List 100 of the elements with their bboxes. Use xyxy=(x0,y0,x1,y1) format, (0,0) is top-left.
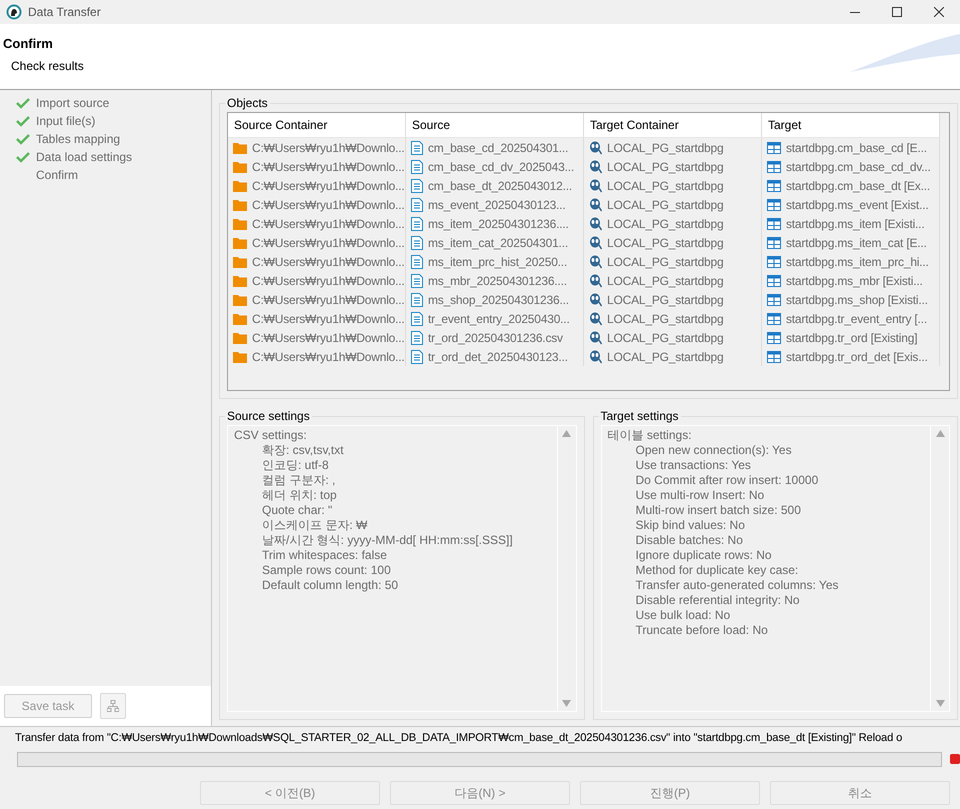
table-cell: startdbpg.ms_item [Existi... xyxy=(786,216,924,230)
table-icon xyxy=(767,160,781,172)
setting-line: Use transactions: Yes xyxy=(634,458,752,473)
setting-line: 컬럼 구분자: , xyxy=(261,473,336,488)
setting-line: 확장: csv,tsv,txt xyxy=(261,443,345,458)
table-cell: C:₩Users₩ryu1h₩Downlo... xyxy=(252,350,405,364)
document-icon xyxy=(411,312,423,326)
table-icon xyxy=(767,218,781,230)
table-cell: C:₩Users₩ryu1h₩Downlo... xyxy=(252,140,405,154)
table-cell: C:₩Users₩ryu1h₩Downlo... xyxy=(252,274,405,288)
tree-button[interactable] xyxy=(100,693,126,719)
table-cell: C:₩Users₩ryu1h₩Downlo... xyxy=(252,292,405,306)
column-header[interactable]: Target Container xyxy=(584,113,762,138)
table-cell: ms_item_cat_202504301... xyxy=(428,236,568,250)
table-cell: LOCAL_PG_startdbpg xyxy=(607,198,724,212)
setting-line: Ignore duplicate rows: No xyxy=(634,548,773,563)
setting-line: Open new connection(s): Yes xyxy=(634,443,793,458)
table-cell: LOCAL_PG_startdbpg xyxy=(607,330,724,344)
table-cell: LOCAL_PG_startdbpg xyxy=(607,292,724,306)
table-cell: ms_mbr_202504301236.... xyxy=(428,274,567,288)
table-cell: ms_item_prc_hist_20250... xyxy=(428,254,568,268)
table-cell: C:₩Users₩ryu1h₩Downlo... xyxy=(252,216,405,230)
table-cell: C:₩Users₩ryu1h₩Downlo... xyxy=(252,160,405,174)
table-cell: startdbpg.cm_base_cd [E... xyxy=(786,140,927,154)
folder-icon xyxy=(233,218,247,230)
step-item[interactable]: Confirm xyxy=(36,168,78,182)
table-cell: LOCAL_PG_startdbpg xyxy=(607,254,724,268)
step-item[interactable]: Input file(s) xyxy=(36,114,96,128)
step-item[interactable]: Import source xyxy=(36,96,110,110)
folder-icon xyxy=(233,350,247,362)
table-icon xyxy=(767,256,781,268)
table-cell: LOCAL_PG_startdbpg xyxy=(607,350,724,364)
table-cell: C:₩Users₩ryu1h₩Downlo... xyxy=(252,330,405,344)
settings-heading: 테이블 settings: xyxy=(608,428,693,443)
table-cell: tr_event_entry_20250430... xyxy=(428,312,570,326)
document-icon xyxy=(411,350,423,364)
table-cell: LOCAL_PG_startdbpg xyxy=(607,178,724,192)
group-title: Objects xyxy=(225,96,270,110)
setting-line: Use bulk load: No xyxy=(634,608,732,623)
step-item[interactable]: Tables mapping xyxy=(36,132,120,146)
column-header[interactable]: Source xyxy=(406,113,584,138)
document-icon xyxy=(411,216,423,230)
table-icon xyxy=(767,198,781,210)
setting-line: 헤더 위치: top xyxy=(261,488,338,503)
table-cell: startdbpg.cm_base_dt [Ex... xyxy=(786,178,930,192)
table-cell: startdbpg.ms_mbr [Existi... xyxy=(786,274,923,288)
folder-icon xyxy=(233,180,247,192)
column-header[interactable]: Source Container xyxy=(228,113,406,138)
folder-icon xyxy=(233,332,247,344)
maximize-icon xyxy=(892,7,902,17)
table-cell: startdbpg.ms_item_prc_hi... xyxy=(786,254,929,268)
table-cell: LOCAL_PG_startdbpg xyxy=(607,312,724,326)
stop-button[interactable] xyxy=(950,754,960,764)
table-cell: LOCAL_PG_startdbpg xyxy=(607,274,724,288)
table-cell: startdbpg.tr_ord [Existing] xyxy=(786,330,918,344)
hierarchy-icon xyxy=(107,700,119,712)
document-icon xyxy=(411,274,423,288)
app-logo-icon xyxy=(6,4,22,20)
document-icon xyxy=(411,236,423,250)
page-title: Confirm xyxy=(3,36,54,51)
document-icon xyxy=(411,254,423,268)
table-cell: ms_shop_202504301236... xyxy=(428,292,569,306)
table-cell: cm_base_cd_202504301... xyxy=(428,140,568,154)
table-cell: ms_event_20250430123... xyxy=(428,198,566,212)
document-icon xyxy=(411,178,423,192)
table-cell: LOCAL_PG_startdbpg xyxy=(607,160,724,174)
setting-line: Use multi-row Insert: No xyxy=(634,488,766,503)
scroll-down-icon xyxy=(936,700,944,707)
scroll-up-icon xyxy=(936,430,944,437)
setting-line: Do Commit after row insert: 10000 xyxy=(634,473,820,488)
table-cell: LOCAL_PG_startdbpg xyxy=(607,216,724,230)
setting-line: Trim whitespaces: false xyxy=(261,548,388,563)
table-cell: LOCAL_PG_startdbpg xyxy=(607,140,724,154)
setting-line: Transfer auto-generated columns: Yes xyxy=(634,578,840,593)
table-icon xyxy=(767,312,781,324)
group-title: Source settings xyxy=(225,409,312,423)
document-icon xyxy=(411,330,423,344)
table-cell: C:₩Users₩ryu1h₩Downlo... xyxy=(252,198,405,212)
table-cell: ms_item_202504301236.... xyxy=(428,216,569,230)
folder-icon xyxy=(233,274,247,286)
table-icon xyxy=(767,236,781,248)
table-icon xyxy=(767,350,781,362)
scroll-up-icon xyxy=(562,430,571,437)
document-icon xyxy=(411,198,423,212)
table-icon xyxy=(767,274,781,286)
step-item[interactable]: Data load settings xyxy=(36,150,132,164)
table-cell: tr_ord_det_20250430123... xyxy=(428,350,568,364)
table-icon xyxy=(767,180,781,192)
close-icon xyxy=(934,7,944,17)
setting-line: Quote char: " xyxy=(261,503,334,518)
table-cell: cm_base_dt_2025043012... xyxy=(428,178,572,192)
group-title: Target settings xyxy=(598,409,681,423)
table-icon xyxy=(767,332,781,344)
document-icon xyxy=(411,160,423,174)
folder-icon xyxy=(233,142,247,154)
scroll-down-icon xyxy=(562,700,571,707)
status-message: Transfer data from "C:₩Users₩ryu1h₩Downloads₩SQL_STARTER_02_ALL_DB_DATA_IMPORT₩cm_base_dt_202504301236.csv" into "startdbpg.cm_base_dt [Existing]" Reload o xyxy=(14,731,904,746)
setting-line: 이스케이프 문자: ₩ xyxy=(261,518,368,533)
column-header[interactable]: Target xyxy=(762,113,940,138)
window-title: Data Transfer xyxy=(28,5,102,19)
